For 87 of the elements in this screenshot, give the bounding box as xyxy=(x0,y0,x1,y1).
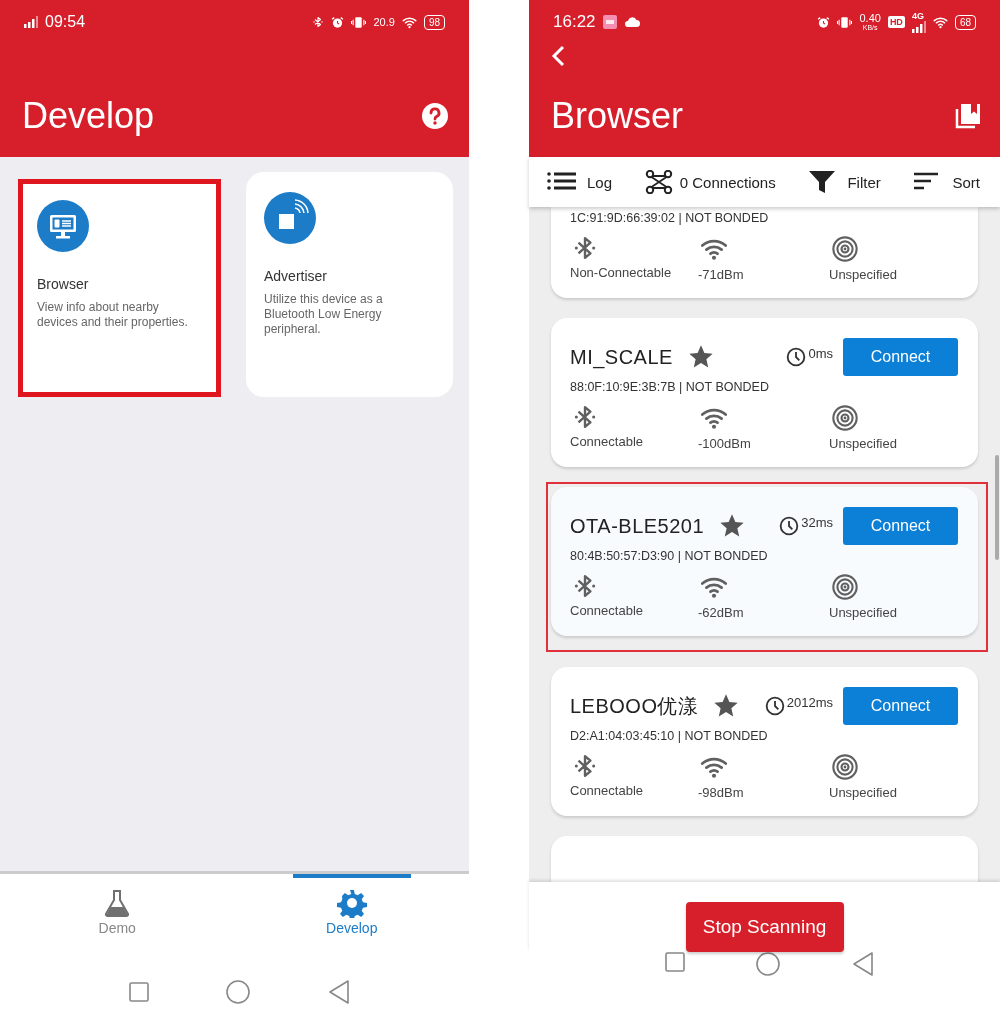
interval-text: 2012ms xyxy=(786,694,833,710)
bluetooth-icon xyxy=(572,573,598,599)
network-speed: 0.40 xyxy=(859,13,881,24)
interval-text: 32ms xyxy=(801,514,833,530)
home-icon[interactable] xyxy=(756,952,781,976)
signal-icon xyxy=(911,20,926,33)
bluetooth-icon xyxy=(572,235,598,261)
bluetooth-icon xyxy=(312,16,325,28)
nav-tab[interactable]: Develop xyxy=(292,874,411,962)
connectable-label: Connectable xyxy=(570,783,643,798)
device-address: 1C:91:9D:66:39:02 | NOT BONDED xyxy=(570,211,770,225)
hd-badge: HD xyxy=(887,16,905,28)
gear-icon xyxy=(336,888,367,918)
beacon-icon xyxy=(831,235,859,263)
device-card[interactable]: OTA-BLE5201 32ms Connect 80:4B:50:57:D3:90 | NOT BONDED Connectable -62dBm Unspecified xyxy=(551,487,978,636)
network-nodes-icon xyxy=(643,170,674,194)
monitor-icon xyxy=(37,200,89,252)
screen-title: Browser xyxy=(551,95,684,137)
stop-scanning-button[interactable]: Stop Scanning xyxy=(685,902,844,952)
vibrate-icon xyxy=(351,15,367,29)
connect-button[interactable]: Connect xyxy=(843,338,958,376)
device-type: Unspecified xyxy=(829,605,897,620)
cloud-icon xyxy=(623,15,640,29)
status-time: 16:22 xyxy=(553,12,596,32)
device-address: D2:A1:04:03:45:10 | NOT BONDED xyxy=(570,729,769,743)
wifi-icon xyxy=(932,14,948,30)
connect-button[interactable]: Connect xyxy=(843,507,958,545)
device-type: Unspecified xyxy=(829,436,897,451)
network-type: 4G xyxy=(911,11,924,21)
alarm-icon xyxy=(331,15,345,29)
device-type: Unspecified xyxy=(829,785,897,800)
status-time: 09:54 xyxy=(45,13,86,31)
toolbar-button[interactable]: Sort xyxy=(912,170,980,194)
wifi-icon xyxy=(401,14,417,30)
interval-text: 0ms xyxy=(808,345,833,361)
battery-level: 68 xyxy=(954,14,976,30)
rssi-value: -100dBm xyxy=(698,436,751,451)
signal-icon xyxy=(24,16,38,28)
home-icon[interactable] xyxy=(226,980,251,1004)
toolbar-button[interactable]: Filter xyxy=(807,170,881,194)
broadcast-icon xyxy=(264,192,316,244)
beacon-icon xyxy=(831,753,859,781)
nav-tab[interactable]: Demo xyxy=(58,874,177,962)
beacon-icon xyxy=(831,573,859,601)
tile-description: Utilize this device as a Bluetooth Low Energy peripheral. xyxy=(264,292,384,337)
bluetooth-icon xyxy=(572,753,598,779)
bookmarks-icon[interactable] xyxy=(954,102,982,130)
device-name: LEBOOO优漾 xyxy=(570,693,699,719)
device-name: MI_SCALE xyxy=(570,345,673,369)
rssi-value: -71dBm xyxy=(698,267,744,282)
device-card[interactable]: 1C:91:9D:66:39:02 | NOT BONDED Non-Connectable -71dBm Unspecified xyxy=(551,207,978,298)
clock-icon xyxy=(786,347,807,367)
screen-title: Develop xyxy=(22,95,155,137)
feature-tile[interactable]: Advertiser Utilize this device as a Bluetooth Low Energy peripheral. xyxy=(246,172,453,397)
clock-icon xyxy=(764,696,785,716)
connectable-label: Connectable xyxy=(570,434,643,449)
tile-title: Browser xyxy=(37,276,90,292)
bluetooth-icon xyxy=(572,404,598,430)
tile-description: View info about nearby devices and their properties. xyxy=(37,300,189,330)
clock-icon xyxy=(779,516,800,536)
tile-title: Advertiser xyxy=(264,268,329,284)
device-address: 80:4B:50:57:D3:90 | NOT BONDED xyxy=(570,549,769,563)
device-card[interactable]: LEBOOO优漾 2012ms Connect D2:A1:04:03:45:10 | NOT BONDED Connectable -98dBm Unspecified xyxy=(551,667,978,816)
vibrate-icon xyxy=(837,15,853,29)
device-name: OTA-BLE5201 xyxy=(570,514,705,538)
rssi-value: -62dBm xyxy=(698,605,744,620)
recents-icon[interactable] xyxy=(128,982,149,1002)
recents-icon[interactable] xyxy=(664,952,685,972)
rssi-value: -98dBm xyxy=(698,785,744,800)
alarm-icon xyxy=(817,15,831,29)
toolbar-button[interactable]: Log xyxy=(547,170,613,194)
connectable-label: Non-Connectable xyxy=(570,265,672,280)
beacon-icon xyxy=(831,404,859,432)
device-card[interactable]: MI_SCALE 0ms Connect 88:0F:10:9E:3B:7B | NOT BONDED Connectable -100dBm Unspecified xyxy=(551,318,978,467)
app-notification-icon xyxy=(602,15,617,29)
toolbar-button[interactable]: 0 Connections xyxy=(643,170,776,194)
connectable-label: Connectable xyxy=(570,603,643,618)
network-speed: 20.9 xyxy=(373,16,395,28)
filter-icon xyxy=(807,170,838,194)
device-type: Unspecified xyxy=(829,267,897,282)
back-icon[interactable] xyxy=(328,980,351,1004)
device-address: 88:0F:10:9E:3B:7B | NOT BONDED xyxy=(570,380,770,394)
help-icon[interactable] xyxy=(421,102,449,130)
connect-button[interactable]: Connect xyxy=(843,687,958,725)
battery-level: 98 xyxy=(423,14,445,30)
feature-tile[interactable]: Browser View info about nearby devices and their properties. xyxy=(18,179,221,397)
back-icon[interactable] xyxy=(852,952,875,976)
